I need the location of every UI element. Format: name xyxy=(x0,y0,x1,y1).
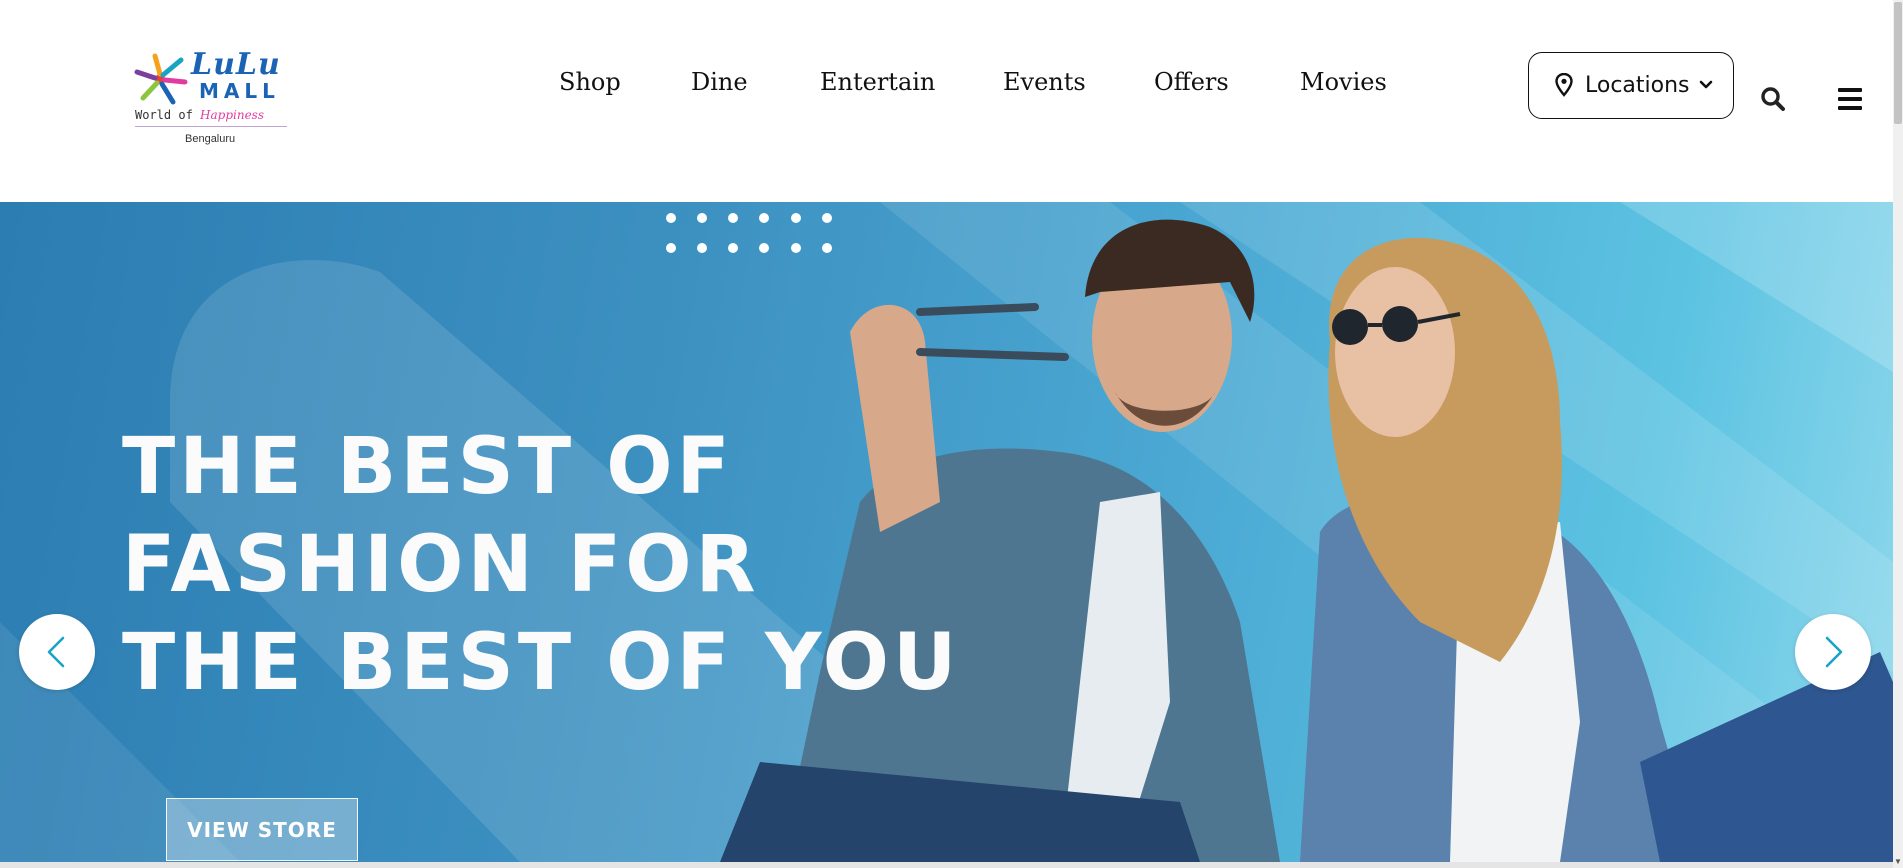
hero-headline-line-1: THE BEST OF xyxy=(122,422,734,512)
locations-dropdown[interactable]: Locations xyxy=(1528,52,1734,119)
chevron-down-icon xyxy=(1699,80,1713,89)
hero-headline-line-2: FASHION FOR xyxy=(122,520,760,610)
scroll-down-arrow-icon[interactable]: ▼ xyxy=(1894,857,1902,866)
nav-item-shop[interactable]: Shop xyxy=(559,68,621,96)
logo-tagline: World of Happiness xyxy=(135,108,264,122)
nav-item-movies[interactable]: Movies xyxy=(1300,68,1387,96)
hamburger-menu-icon xyxy=(1838,97,1862,101)
hamburger-menu-icon xyxy=(1838,106,1862,110)
chevron-left-icon xyxy=(47,636,65,668)
map-pin-icon xyxy=(1555,73,1573,97)
page-bottom-edge xyxy=(0,862,1893,868)
hero-headline-line-3: THE BEST OF YOU xyxy=(122,618,961,708)
carousel-next-button[interactable] xyxy=(1795,614,1871,690)
search-icon xyxy=(1761,87,1785,111)
carousel-prev-button[interactable] xyxy=(19,614,95,690)
hamburger-menu-icon xyxy=(1838,88,1862,92)
logo-divider xyxy=(135,126,287,127)
logo-city: Bengaluru xyxy=(185,133,236,145)
hamburger-menu-button[interactable] xyxy=(1838,88,1864,112)
logo-tagline-prefix: World of xyxy=(135,108,193,122)
logo-tagline-script: Happiness xyxy=(200,108,264,122)
chevron-right-icon xyxy=(1825,636,1843,668)
nav-item-offers[interactable]: Offers xyxy=(1154,68,1229,96)
search-button[interactable] xyxy=(1760,86,1786,112)
scrollbar-thumb[interactable] xyxy=(1894,2,1902,124)
site-header: LuLu MALL World of Happiness Bengaluru S… xyxy=(0,0,1893,202)
main-nav: Shop Dine Entertain Events Offers Movies xyxy=(0,68,1400,108)
nav-item-dine[interactable]: Dine xyxy=(691,68,748,96)
view-store-button[interactable]: VIEW STORE xyxy=(166,798,358,861)
nav-item-entertain[interactable]: Entertain xyxy=(820,68,935,96)
hero-carousel: THE BEST OF FASHION FOR THE BEST OF YOU … xyxy=(0,202,1893,862)
vertical-scrollbar[interactable]: ▼ xyxy=(1893,0,1903,868)
locations-label: Locations xyxy=(1585,73,1690,98)
hero-headline: THE BEST OF FASHION FOR THE BEST OF YOU xyxy=(122,418,960,712)
nav-item-events[interactable]: Events xyxy=(1003,68,1086,96)
